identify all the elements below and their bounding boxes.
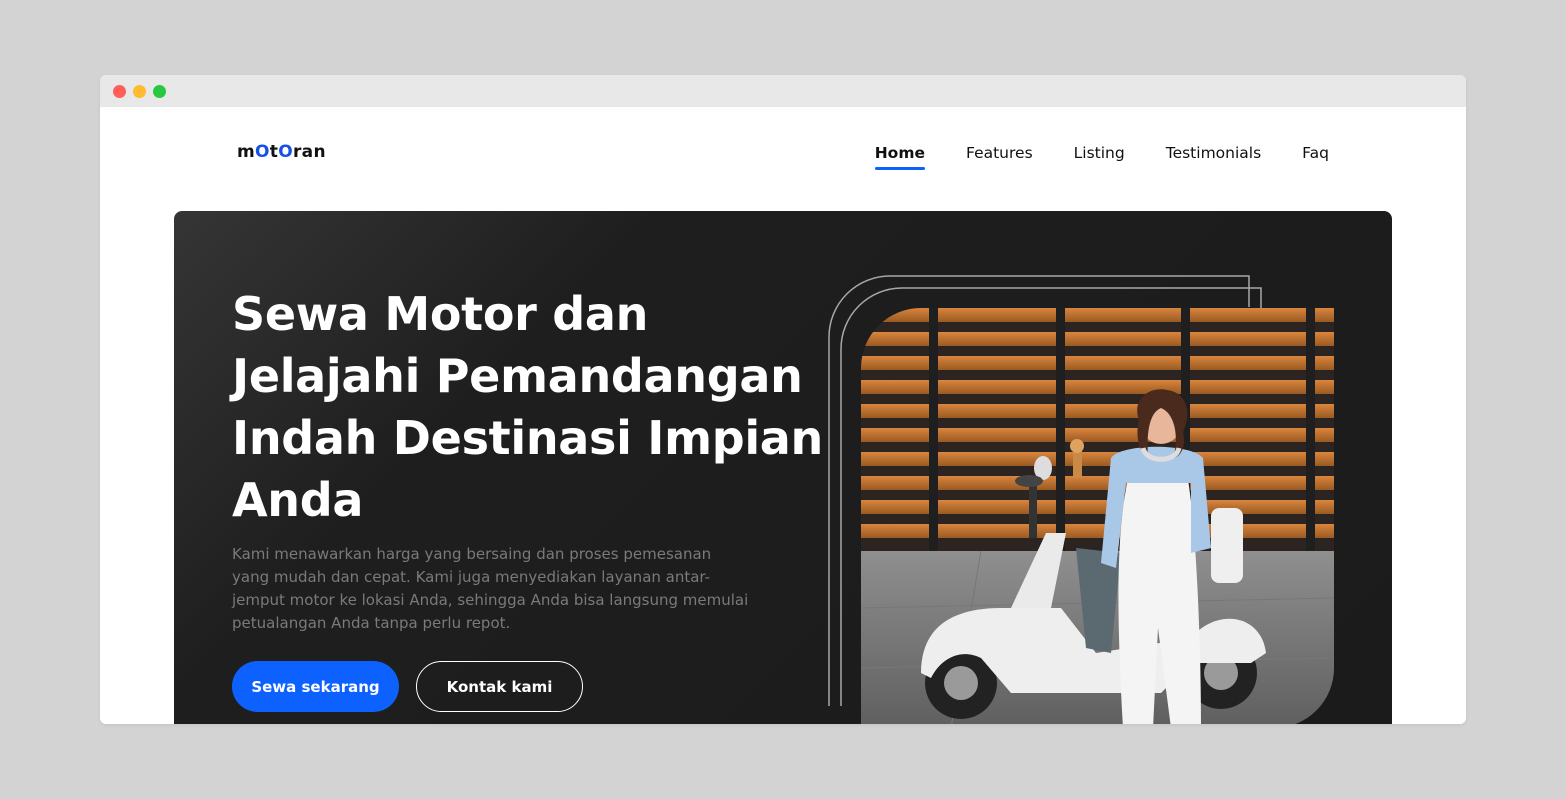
close-window-button[interactable]: [113, 85, 126, 98]
hero-section: Sewa Motor dan Jelajahi Pemandangan Inda…: [174, 211, 1392, 724]
logo-letter: O: [255, 142, 270, 162]
nav-listing[interactable]: Listing: [1074, 144, 1125, 170]
site-logo[interactable]: mOtOran: [237, 142, 326, 162]
logo-letter: t: [269, 142, 279, 162]
logo-letter: m: [237, 142, 256, 162]
logo-letter: O: [278, 142, 293, 162]
nav-testimonials[interactable]: Testimonials: [1166, 144, 1261, 170]
nav-home[interactable]: Home: [874, 144, 926, 170]
maximize-window-button[interactable]: [153, 85, 166, 98]
browser-window: mOtOran Home Features Listing Testimonia…: [100, 75, 1466, 724]
woman-with-scooter-photo: [861, 308, 1334, 724]
hero-photo: [861, 308, 1334, 724]
nav-faq[interactable]: Faq: [1302, 144, 1329, 170]
minimize-window-button[interactable]: [133, 85, 146, 98]
main-navigation: Home Features Listing Testimonials Faq: [874, 144, 1329, 170]
site-header: mOtOran Home Features Listing Testimonia…: [100, 107, 1466, 211]
hero-headline: Sewa Motor dan Jelajahi Pemandangan Inda…: [232, 287, 823, 527]
contact-us-button[interactable]: Kontak kami: [416, 661, 583, 712]
rent-now-button[interactable]: Sewa sekarang: [232, 661, 399, 712]
window-titlebar: [100, 75, 1466, 107]
logo-letter: ran: [292, 142, 326, 162]
hero-description: Kami menawarkan harga yang bersaing dan …: [232, 545, 749, 632]
nav-features[interactable]: Features: [966, 144, 1033, 170]
